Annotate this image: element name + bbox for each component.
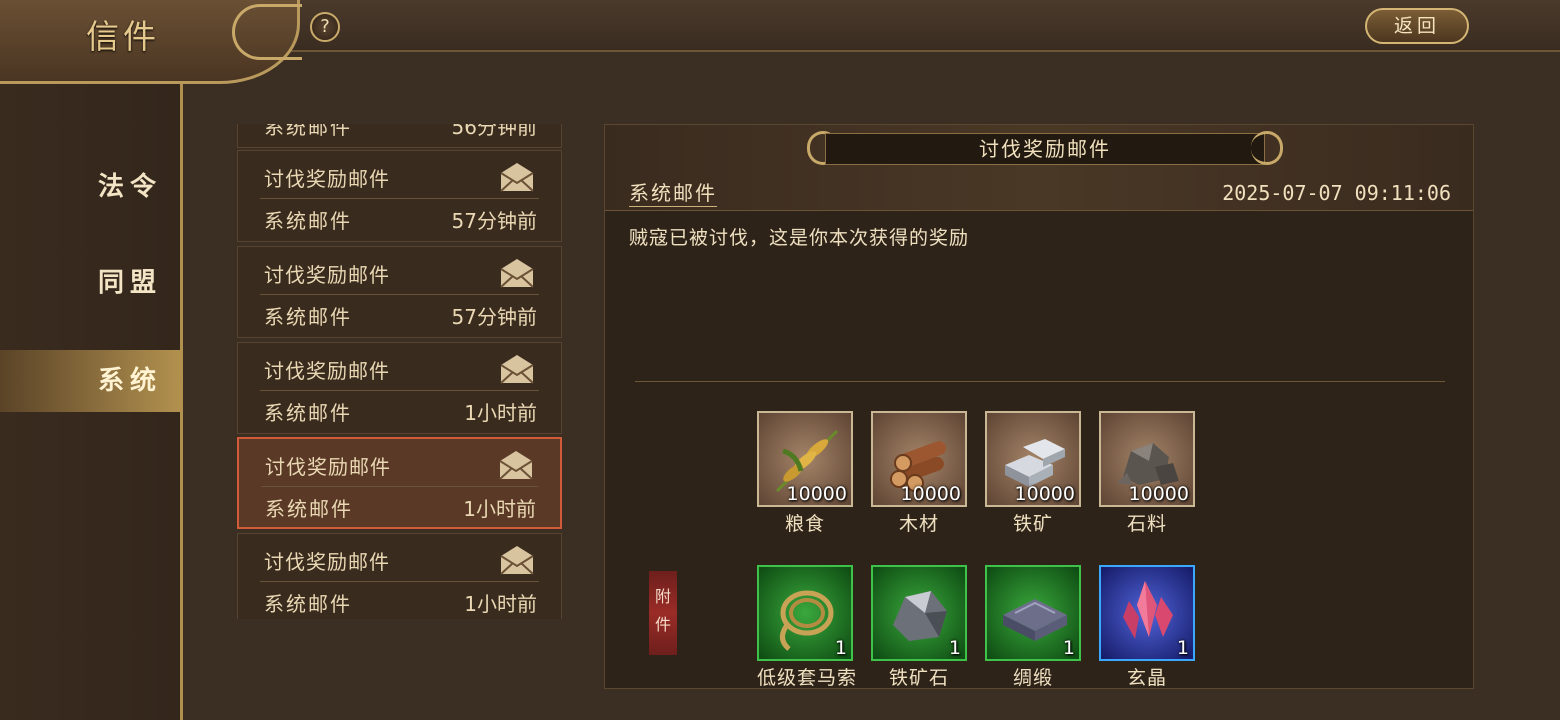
envelope-icon <box>500 546 534 575</box>
detail-header: 讨伐奖励邮件 系统邮件 2025-07-07 09:11:06 <box>605 125 1473 211</box>
reward-name: 铁矿 <box>1012 513 1053 535</box>
reward-slot: 10000 <box>757 411 853 507</box>
detail-sender: 系统邮件 <box>629 177 717 207</box>
reward-slot: 10000 <box>871 411 967 507</box>
mail-time: 56分钟前 <box>451 124 537 139</box>
mail-title: 讨伐奖励邮件 <box>265 455 391 479</box>
mail-sender: 系统邮件 <box>264 401 352 425</box>
crystal-icon <box>1123 581 1173 639</box>
list-item-selected[interactable]: 讨伐奖励邮件 系统邮件 1小时前 <box>237 437 562 529</box>
reward-item-iron[interactable]: 10000 铁矿 <box>985 411 1081 536</box>
reward-name: 粮食 <box>784 513 825 535</box>
envelope-icon <box>499 451 533 480</box>
reward-count: 10000 <box>1014 483 1075 505</box>
mail-title: 讨伐奖励邮件 <box>264 167 390 191</box>
list-item-partial[interactable]: 系统邮件 56分钟前 <box>237 124 562 148</box>
reward-name: 玄晶 <box>1126 667 1167 689</box>
reward-count: 10000 <box>1128 483 1189 505</box>
reward-name: 铁矿石 <box>888 667 949 689</box>
reward-item-iron-ore[interactable]: 1 铁矿石 <box>871 565 967 690</box>
reward-item-lasso[interactable]: 1 低级套马索 <box>757 565 858 690</box>
attachment-tag: 附件 <box>649 571 677 655</box>
mail-sender: 系统邮件 <box>265 497 353 521</box>
mail-divider <box>261 486 538 487</box>
mail-title: 讨伐奖励邮件 <box>264 550 390 574</box>
attachment-divider <box>635 381 1445 382</box>
mail-sender: 系统邮件 <box>264 209 352 233</box>
mail-list[interactable]: 系统邮件 56分钟前 讨伐奖励邮件 系统邮件 57分钟前 讨伐奖励邮件 系统邮件… <box>237 124 562 619</box>
sidebar-item-decree[interactable]: 法令 <box>0 156 180 218</box>
reward-name: 木材 <box>898 513 939 535</box>
reward-slot: 1 <box>871 565 967 661</box>
list-item[interactable]: 讨伐奖励邮件 系统邮件 1小时前 <box>237 533 562 619</box>
mail-body: 贼寇已被讨伐，这是你本次获得的奖励 <box>629 227 970 249</box>
reward-item-grain[interactable]: 10000 粮食 <box>757 411 853 536</box>
mail-subject: 讨伐奖励邮件 <box>825 133 1265 165</box>
envelope-icon <box>500 163 534 192</box>
reward-count: 1 <box>948 637 961 659</box>
mail-time: 1小时前 <box>463 497 536 521</box>
reward-slot: 1 <box>1099 565 1195 661</box>
reward-count: 10000 <box>786 483 847 505</box>
mail-time: 1小时前 <box>464 592 537 616</box>
list-item[interactable]: 讨伐奖励邮件 系统邮件 57分钟前 <box>237 150 562 242</box>
title-swirl-ornament <box>232 4 302 60</box>
reward-slot: 10000 <box>985 411 1081 507</box>
mail-title: 讨伐奖励邮件 <box>264 359 390 383</box>
reward-name: 石料 <box>1126 513 1167 535</box>
envelope-icon <box>500 355 534 384</box>
list-item[interactable]: 讨伐奖励邮件 系统邮件 1小时前 <box>237 342 562 434</box>
reward-item-wood[interactable]: 10000 木材 <box>871 411 967 536</box>
mail-divider <box>260 198 539 199</box>
reward-count: 10000 <box>900 483 961 505</box>
page-title: 信件 <box>86 17 160 56</box>
reward-item-silk[interactable]: 1 绸缎 <box>985 565 1081 690</box>
sidebar-item-alliance[interactable]: 同盟 <box>0 252 180 314</box>
mail-title: 讨伐奖励邮件 <box>264 263 390 287</box>
mail-detail-panel: 讨伐奖励邮件 系统邮件 2025-07-07 09:11:06 贼寇已被讨伐，这… <box>604 124 1474 689</box>
reward-count: 1 <box>834 637 847 659</box>
reward-slot: 1 <box>757 565 853 661</box>
mail-time: 1小时前 <box>464 401 537 425</box>
reward-item-stone[interactable]: 10000 石料 <box>1099 411 1195 536</box>
mail-divider <box>260 294 539 295</box>
mail-sender: 系统邮件 <box>264 592 352 616</box>
lasso-icon <box>780 590 834 651</box>
mail-divider <box>260 581 539 582</box>
mail-time: 57分钟前 <box>451 209 537 233</box>
sidebar-item-system[interactable]: 系统 <box>0 350 180 412</box>
list-item[interactable]: 讨伐奖励邮件 系统邮件 57分钟前 <box>237 246 562 338</box>
iron-ore-icon <box>893 591 947 641</box>
mail-sender: 系统邮件 <box>264 305 352 329</box>
mail-time: 57分钟前 <box>451 305 537 329</box>
back-button[interactable]: 返回 <box>1365 8 1469 44</box>
detail-timestamp: 2025-07-07 09:11:06 <box>1222 181 1451 205</box>
reward-name: 绸缎 <box>1012 667 1053 689</box>
reward-slot: 10000 <box>1099 411 1195 507</box>
mail-sender: 系统邮件 <box>264 124 352 139</box>
reward-count: 1 <box>1062 637 1075 659</box>
reward-count: 1 <box>1176 637 1189 659</box>
reward-name: 低级套马索 <box>757 667 858 689</box>
banner-scroll-right-ornament <box>1251 131 1283 165</box>
reward-slot: 1 <box>985 565 1081 661</box>
envelope-icon <box>500 259 534 288</box>
category-sidebar: 法令 同盟 系统 <box>0 84 183 720</box>
mail-divider <box>260 390 539 391</box>
reward-item-crystal[interactable]: 1 玄晶 <box>1099 565 1195 690</box>
help-button[interactable]: ? <box>310 12 340 42</box>
silk-icon <box>1003 599 1067 641</box>
